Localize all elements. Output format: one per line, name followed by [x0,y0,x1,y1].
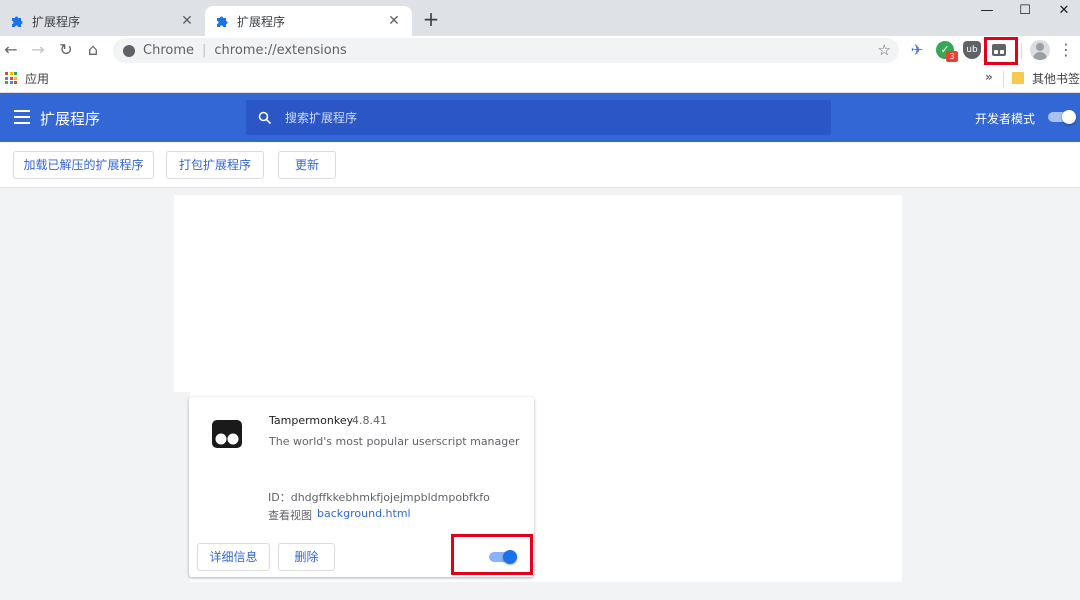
profile-avatar-icon[interactable] [1030,40,1050,60]
apps-bookmark[interactable]: 应用 [25,70,49,87]
extension-id: ID：dhdgffkkebhmkfjojejmpbldmpobfkfo [268,491,490,504]
bird-extension-icon[interactable]: ✈ [908,41,926,59]
bookmarks-overflow-button[interactable]: » [985,70,993,84]
browser-toolbar: ← → ↻ ⌂ Chrome | chrome://extensions ☆ ✈… [0,36,1080,65]
hamburger-icon[interactable] [14,110,30,124]
tab-strip: 扩展程序 ✕ 扩展程序 ✕ + — ☐ ✕ [0,0,1080,36]
tab-extensions-1[interactable]: 扩展程序 ✕ [0,6,205,36]
forward-button[interactable]: → [27,39,49,61]
omnibox-separator: | [202,43,207,58]
extension-badge: 3 [946,51,958,62]
puzzle-icon [12,16,23,27]
extension-name: Tampermonkey [269,414,354,427]
bookmarks-divider [1003,71,1004,87]
toolbar-divider [1021,43,1022,59]
search-box[interactable] [246,100,831,135]
window-minimize-button[interactable]: — [967,0,1007,24]
load-unpacked-button[interactable]: 加载已解压的扩展程序 [13,151,154,179]
content-panel-gap [174,392,190,582]
reload-button[interactable]: ↻ [55,39,77,61]
puzzle-icon [217,16,228,27]
bookmark-star-icon[interactable]: ☆ [878,41,891,59]
omnibox-url: chrome://extensions [214,43,347,58]
other-bookmarks[interactable]: 其他书签 [1032,70,1080,87]
extension-description: The world's most popular userscript mana… [269,435,520,448]
toolbar-icon-highlight [984,37,1018,65]
developer-mode-toggle[interactable] [1048,110,1076,124]
tab-title: 扩展程序 [237,14,286,29]
inspect-views-label: 查看视图 [268,509,312,522]
bookmarks-bar: 应用 » 其他书签 [0,65,1080,93]
folder-icon [1012,72,1024,84]
tampermonkey-icon [212,420,242,448]
apps-grid-icon[interactable] [5,72,17,84]
extension-version: 4.8.41 [352,414,387,427]
page-title: 扩展程序 [40,110,101,128]
remove-button[interactable]: 删除 [278,543,335,571]
home-button[interactable]: ⌂ [82,39,104,61]
pack-extension-button[interactable]: 打包扩展程序 [166,151,264,179]
tab-close-icon[interactable]: ✕ [386,13,402,29]
developer-action-bar: 加载已解压的扩展程序 打包扩展程序 更新 [0,142,1080,188]
background-page-link[interactable]: background.html [317,507,411,520]
search-icon [258,111,272,124]
back-button[interactable]: ← [0,39,22,61]
extensions-header: 扩展程序 开发者模式 [0,93,1080,142]
tab-extensions-2[interactable]: 扩展程序 ✕ [205,6,412,36]
details-button[interactable]: 详细信息 [197,543,270,571]
new-tab-button[interactable]: + [420,9,442,31]
browser-menu-icon[interactable]: ⋮ [1058,40,1074,60]
window-maximize-button[interactable]: ☐ [1005,0,1045,24]
update-button[interactable]: 更新 [278,151,336,179]
tab-close-icon[interactable]: ✕ [179,13,195,29]
toggle-highlight [451,534,533,575]
chrome-site-icon [123,44,135,57]
window-close-button[interactable]: ✕ [1044,0,1080,24]
tab-title: 扩展程序 [32,14,81,29]
address-bar[interactable]: Chrome | chrome://extensions ☆ [113,38,899,63]
search-input[interactable] [285,110,831,125]
shield-extension-icon[interactable]: ub [963,41,981,59]
omnibox-chrome-label: Chrome [143,43,194,58]
developer-mode-label: 开发者模式 [975,112,1036,126]
